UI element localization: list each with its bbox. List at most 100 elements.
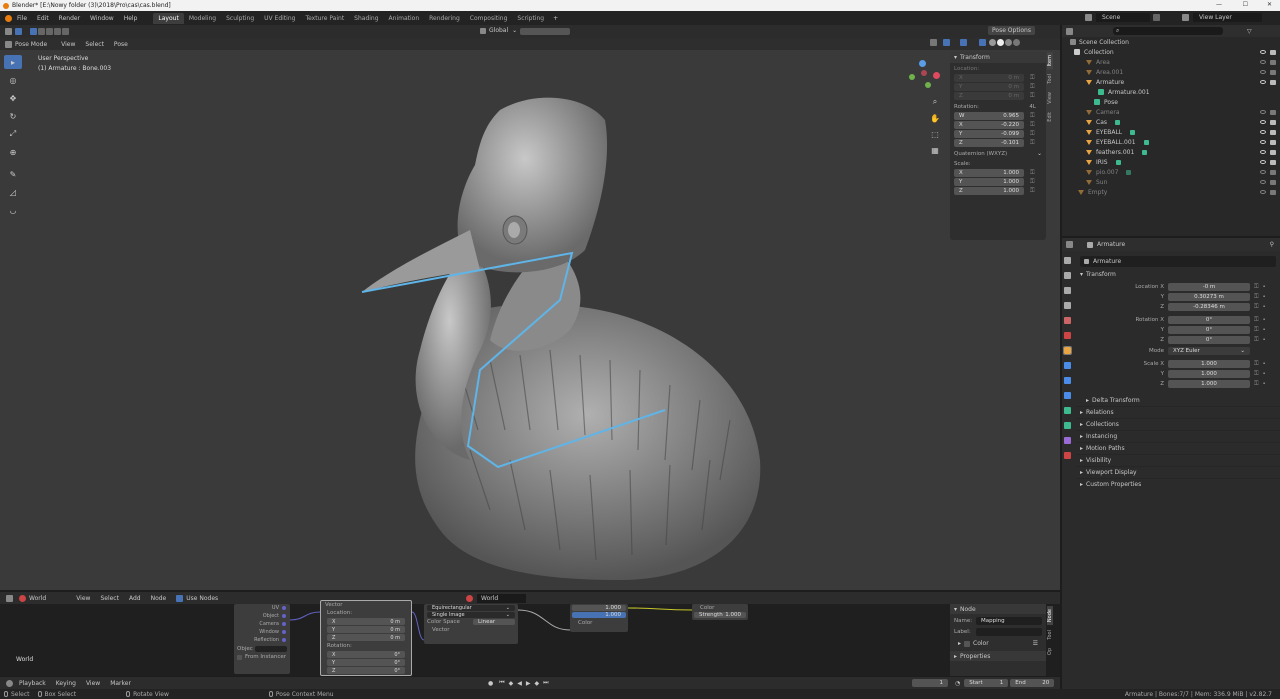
menu-edit[interactable]: Edit: [37, 15, 49, 22]
constraints-tab-icon[interactable]: [1064, 407, 1071, 414]
annotate-tool[interactable]: ✎: [4, 167, 22, 181]
node-sidebar-tab-tool[interactable]: Tool: [1047, 627, 1053, 643]
render-tab-icon[interactable]: [1064, 272, 1071, 279]
workspace-tab-modeling[interactable]: Modeling: [184, 13, 221, 24]
mode-selector[interactable]: Pose Mode: [15, 41, 47, 48]
visibility-eye-icon[interactable]: [1260, 140, 1266, 144]
value-field-y[interactable]: Y0 m: [954, 83, 1024, 91]
texture-tab-icon[interactable]: [1064, 452, 1071, 459]
filter-icon[interactable]: ▽: [1247, 28, 1252, 35]
node-sidebar-tab-op[interactable]: Op: [1047, 645, 1053, 658]
prev-keyframe-icon[interactable]: ◆: [509, 680, 514, 687]
viewport-menu-select[interactable]: Select: [85, 41, 104, 48]
visibility-eye-icon[interactable]: [1260, 120, 1266, 124]
jump-start-icon[interactable]: ⏮: [499, 679, 504, 687]
section-custom-properties[interactable]: ▸ Custom Properties: [1076, 478, 1280, 490]
gizmo-y-axis[interactable]: [919, 60, 926, 67]
visibility-eye-icon[interactable]: [1260, 150, 1266, 154]
workspace-tab-uv-editing[interactable]: UV Editing: [259, 13, 300, 24]
select-tool-icon[interactable]: [15, 28, 22, 35]
rotation-mode-select[interactable]: XYZ Euler ⌄: [1168, 347, 1250, 355]
property-value-field[interactable]: -0.28346 m: [1168, 303, 1250, 311]
sidebar-tab-item[interactable]: Item: [1047, 52, 1053, 70]
keyframe-dot-icon[interactable]: •: [1263, 284, 1266, 290]
outliner-editor-icon[interactable]: [1066, 27, 1073, 35]
workspace-tab-sculpting[interactable]: Sculpting: [221, 13, 259, 24]
minimize-button[interactable]: —: [1216, 1, 1222, 8]
jump-end-icon[interactable]: ⏭: [543, 679, 548, 687]
select-box-tool[interactable]: ▸: [4, 55, 22, 69]
lock-icon[interactable]: ⚿: [1254, 326, 1259, 334]
node-name-field[interactable]: Mapping: [976, 617, 1042, 625]
render-camera-icon[interactable]: [1270, 160, 1276, 165]
maximize-button[interactable]: ☐: [1243, 1, 1248, 8]
gizmo-icon[interactable]: [943, 39, 950, 46]
visibility-eye-icon[interactable]: [1260, 180, 1266, 184]
overlays-icon[interactable]: [960, 39, 967, 46]
lock-icon[interactable]: ⚿: [1254, 360, 1259, 368]
lock-icon[interactable]: ⚿: [1030, 130, 1035, 138]
render-camera-icon[interactable]: [1270, 140, 1276, 145]
property-value-field[interactable]: 0°: [1168, 336, 1250, 344]
current-frame-field[interactable]: 1: [912, 679, 948, 687]
particles-tab-icon[interactable]: [1064, 377, 1071, 384]
visibility-eye-icon[interactable]: [1260, 50, 1266, 54]
list-icon[interactable]: ☰: [1033, 640, 1038, 647]
physics-tab-icon[interactable]: [1064, 392, 1071, 399]
render-camera-icon[interactable]: [1270, 70, 1276, 75]
transform-panel-header[interactable]: ▾ Transform: [950, 52, 1046, 63]
outliner-item[interactable]: EYEBALL: [1062, 127, 1280, 137]
workspace-tab-layout[interactable]: Layout: [153, 12, 184, 24]
value-field-x[interactable]: X0 m: [954, 74, 1024, 82]
visibility-eye-icon[interactable]: [1260, 80, 1266, 84]
menu-help[interactable]: Help: [124, 15, 138, 22]
workspace-tab-scripting[interactable]: Scripting: [512, 13, 549, 24]
sidebar-tab-view[interactable]: View: [1047, 89, 1053, 107]
outliner-item[interactable]: Camera: [1062, 107, 1280, 117]
lock-icon[interactable]: ⚿: [1030, 112, 1035, 120]
scene-selector[interactable]: Scene: [1085, 13, 1161, 22]
timeline-menu-keying[interactable]: Keying: [56, 680, 76, 687]
lock-icon[interactable]: ⚿: [1030, 139, 1035, 147]
modifier-tab-icon[interactable]: [1064, 362, 1071, 369]
outliner-item[interactable]: IRIS: [1062, 157, 1280, 167]
property-value-field[interactable]: 1.000: [1168, 360, 1250, 368]
viewport-menu-pose[interactable]: Pose: [114, 41, 128, 48]
gizmo-neg-y-axis[interactable]: [925, 82, 931, 88]
keyframe-dot-icon[interactable]: •: [1263, 304, 1266, 310]
node-sidebar-tab-node[interactable]: Node: [1047, 606, 1053, 626]
keyframe-dot-icon[interactable]: •: [1263, 317, 1266, 323]
sidebar-tab-tool[interactable]: Tool: [1047, 71, 1053, 87]
outliner-item[interactable]: Collection: [1062, 47, 1280, 57]
outliner-item[interactable]: Cas: [1062, 117, 1280, 127]
transform-tool[interactable]: ⊕: [4, 145, 22, 159]
lock-icon[interactable]: ⚿: [1254, 303, 1259, 311]
workspace-tab-rendering[interactable]: Rendering: [424, 13, 465, 24]
visibility-eye-icon[interactable]: [1260, 170, 1266, 174]
workspace-tab-shading[interactable]: Shading: [349, 13, 383, 24]
scene-tab-icon[interactable]: [1064, 317, 1071, 324]
orientation-dropdown[interactable]: Global ⌄: [480, 27, 517, 34]
cursor-tool[interactable]: ◎: [4, 73, 22, 87]
render-camera-icon[interactable]: [1270, 170, 1276, 175]
gizmo-z-axis[interactable]: [921, 70, 927, 76]
value-field-z[interactable]: Z0 m: [954, 92, 1024, 100]
workspace-tab-compositing[interactable]: Compositing: [465, 13, 513, 24]
select-intersect-icon[interactable]: [62, 28, 69, 35]
start-frame-field[interactable]: Start 1: [964, 679, 1009, 687]
keyframe-dot-icon[interactable]: •: [1263, 361, 1266, 367]
blender-menu-icon[interactable]: [5, 14, 12, 22]
section-motion-paths[interactable]: ▸ Motion Paths: [1076, 442, 1280, 454]
select-subtract-icon[interactable]: [46, 28, 53, 35]
visibility-eye-icon[interactable]: [1260, 160, 1266, 164]
render-camera-icon[interactable]: [1270, 120, 1276, 125]
property-value-field[interactable]: 0°: [1168, 316, 1250, 324]
sidebar-tab-edit[interactable]: Edit: [1047, 109, 1053, 125]
visibility-eye-icon[interactable]: [1260, 70, 1266, 74]
visibility-eye-icon[interactable]: [1260, 130, 1266, 134]
visibility-icon[interactable]: [930, 39, 937, 46]
view-layer-tab-icon[interactable]: [1064, 302, 1071, 309]
add-workspace-button[interactable]: +: [553, 15, 558, 22]
node-editor[interactable]: World View Select Add Node Use Nodes World …: [0, 592, 1060, 676]
render-camera-icon[interactable]: [1270, 180, 1276, 185]
